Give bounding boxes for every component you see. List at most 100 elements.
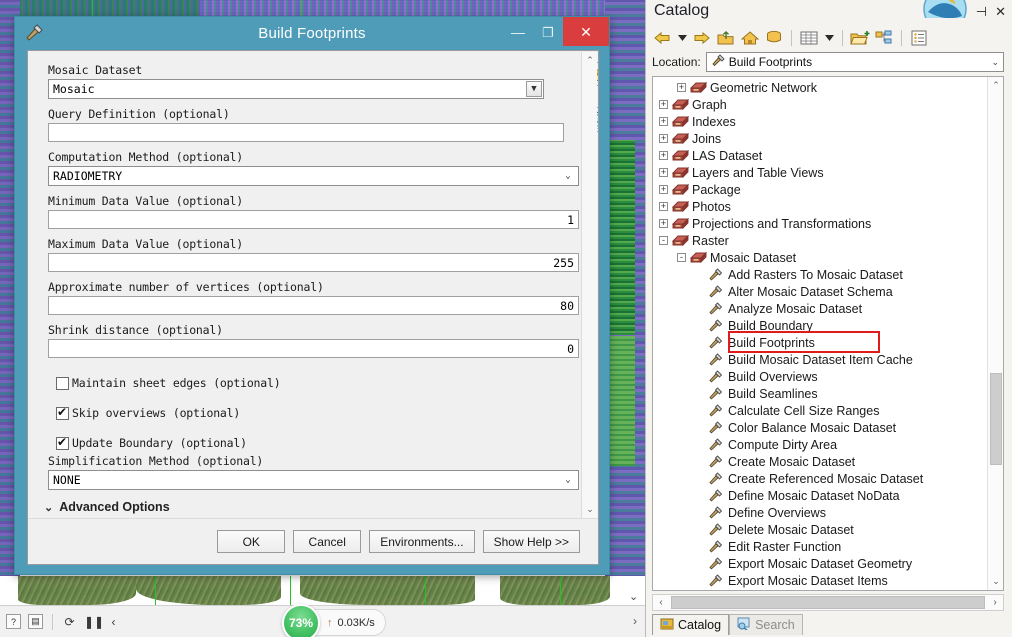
- mosaic-dataset-combo[interactable]: Mosaic ▼: [48, 79, 544, 99]
- tree-item[interactable]: Build Overviews: [653, 368, 986, 385]
- shrink-distance-input[interactable]: [48, 339, 579, 358]
- scroll-up-icon[interactable]: ⌃: [582, 52, 598, 69]
- tree-item[interactable]: + Geometric Network: [653, 79, 986, 96]
- tree-item[interactable]: Add Rasters To Mosaic Dataset: [653, 266, 986, 283]
- expand-icon[interactable]: +: [677, 83, 686, 92]
- up-one-level-icon[interactable]: [716, 28, 736, 48]
- home-icon[interactable]: [740, 28, 760, 48]
- checkbox-box[interactable]: [56, 435, 69, 450]
- scroll-right-icon[interactable]: ›: [987, 597, 1003, 608]
- auto-hide-pin-icon[interactable]: ⊣: [976, 4, 987, 20]
- prev-arrow-icon[interactable]: ‹: [106, 615, 121, 629]
- tree-item[interactable]: + Joins: [653, 130, 986, 147]
- checkbox-update-boundary[interactable]: Update Boundary (optional): [56, 435, 578, 450]
- query-definition-input[interactable]: [48, 123, 564, 142]
- expand-icon[interactable]: +: [659, 219, 668, 228]
- tree-item[interactable]: Define Overviews: [653, 504, 986, 521]
- tree-item[interactable]: Export Mosaic Dataset Paths: [653, 589, 986, 590]
- chevron-down-icon[interactable]: ⌄: [560, 472, 576, 488]
- checkbox-box[interactable]: [56, 376, 69, 390]
- tree-item[interactable]: - Raster: [653, 232, 986, 249]
- chevron-down-icon[interactable]: ⌄: [560, 168, 576, 184]
- tree-item[interactable]: Calculate Cell Size Ranges: [653, 402, 986, 419]
- next-arrow-icon[interactable]: ›: [633, 614, 637, 628]
- section-advanced-options[interactable]: ⌄ Advanced Options: [44, 500, 578, 514]
- tree-horizontal-scrollbar[interactable]: ‹ ›: [652, 594, 1004, 611]
- environments-button[interactable]: Environments...: [369, 530, 475, 553]
- list-view-icon[interactable]: [799, 28, 819, 48]
- network-speed-widget[interactable]: 73% ↑ 0.03K/s: [282, 603, 386, 637]
- minimum-data-value-input[interactable]: [48, 210, 579, 229]
- chevron-down-icon[interactable]: ⌄: [991, 57, 999, 68]
- simplification-method-combo[interactable]: NONE ⌄: [48, 470, 579, 490]
- location-combo[interactable]: Build Footprints ⌄: [705, 52, 1004, 72]
- pause-icon[interactable]: ❚❚: [84, 615, 104, 629]
- page-icon[interactable]: ▤: [28, 614, 43, 629]
- tab-search[interactable]: Search: [729, 613, 803, 635]
- scroll-down-icon[interactable]: ⌄: [582, 501, 598, 518]
- collapse-icon[interactable]: -: [659, 236, 668, 245]
- tree-item[interactable]: Alter Mosaic Dataset Schema: [653, 283, 986, 300]
- tree-item[interactable]: + Photos: [653, 198, 986, 215]
- scroll-left-icon[interactable]: ‹: [653, 597, 669, 608]
- maximize-button[interactable]: ❐: [533, 17, 563, 47]
- toggle-tree-icon[interactable]: [874, 28, 894, 48]
- computation-method-combo[interactable]: RADIOMETRY ⌄: [48, 166, 579, 186]
- expand-icon[interactable]: +: [659, 202, 668, 211]
- dialog-titlebar[interactable]: Build Footprints — ❐ ✕: [15, 17, 609, 50]
- tab-catalog[interactable]: Catalog: [652, 613, 730, 635]
- tree-item[interactable]: Export Mosaic Dataset Geometry: [653, 555, 986, 572]
- expand-icon[interactable]: +: [659, 151, 668, 160]
- tree-item[interactable]: + Indexes: [653, 113, 986, 130]
- ok-button[interactable]: OK: [217, 530, 286, 553]
- tree-item[interactable]: Export Mosaic Dataset Items: [653, 572, 986, 589]
- tree-item[interactable]: Compute Dirty Area: [653, 436, 986, 453]
- cancel-button[interactable]: Cancel: [293, 530, 362, 553]
- collapse-icon[interactable]: -: [677, 253, 686, 262]
- chevron-down-icon[interactable]: ▼: [526, 81, 542, 97]
- refresh-icon[interactable]: ⟳: [62, 615, 77, 629]
- scroll-up-icon[interactable]: ⌃: [988, 77, 1003, 94]
- forward-arrow-icon[interactable]: [692, 28, 712, 48]
- tree-item[interactable]: Create Mosaic Dataset: [653, 453, 986, 470]
- map-scroll-chevron-icon[interactable]: ⌄: [629, 590, 638, 603]
- tree-item[interactable]: Edit Raster Function: [653, 538, 986, 555]
- checkbox-maintain-sheet-edges[interactable]: Maintain sheet edges (optional): [56, 376, 578, 390]
- expand-icon[interactable]: +: [659, 168, 668, 177]
- tree-item[interactable]: + Projections and Transformations: [653, 215, 986, 232]
- approximate-vertices-input[interactable]: [48, 296, 579, 315]
- tree-item[interactable]: Delete Mosaic Dataset: [653, 521, 986, 538]
- list-view-dropdown-icon[interactable]: [823, 28, 835, 48]
- new-item-icon[interactable]: [850, 28, 870, 48]
- scrollbar-thumb[interactable]: [671, 596, 985, 609]
- tree-item[interactable]: Build Seamlines: [653, 385, 986, 402]
- tree-item[interactable]: Create Referenced Mosaic Dataset: [653, 470, 986, 487]
- tree-item[interactable]: Define Mosaic Dataset NoData: [653, 487, 986, 504]
- tree-item[interactable]: Build Footprints: [653, 334, 986, 351]
- tree-item[interactable]: + Package: [653, 181, 986, 198]
- tree-item[interactable]: Color Balance Mosaic Dataset: [653, 419, 986, 436]
- tree-vertical-scrollbar[interactable]: ⌃ ⌄: [987, 77, 1003, 590]
- tree-item[interactable]: + Layers and Table Views: [653, 164, 986, 181]
- tree-item[interactable]: Analyze Mosaic Dataset: [653, 300, 986, 317]
- tree-item[interactable]: + Graph: [653, 96, 986, 113]
- tree-item[interactable]: Build Mosaic Dataset Item Cache: [653, 351, 986, 368]
- expand-icon[interactable]: +: [659, 100, 668, 109]
- scrollbar-thumb[interactable]: [990, 373, 1002, 465]
- connect-to-folder-icon[interactable]: [764, 28, 784, 48]
- expand-icon[interactable]: +: [659, 117, 668, 126]
- back-arrow-icon[interactable]: [652, 28, 672, 48]
- show-help-button[interactable]: Show Help >>: [482, 530, 580, 553]
- close-button[interactable]: ✕: [563, 17, 609, 46]
- expand-icon[interactable]: +: [659, 134, 668, 143]
- back-dropdown-icon[interactable]: [676, 28, 688, 48]
- tree-item[interactable]: Build Boundary: [653, 317, 986, 334]
- dialog-vertical-scrollbar[interactable]: ⌃ ⌄: [581, 52, 597, 518]
- tree-item[interactable]: - Mosaic Dataset: [653, 249, 986, 266]
- scroll-down-icon[interactable]: ⌄: [988, 573, 1003, 590]
- help-icon[interactable]: ?: [6, 614, 21, 629]
- close-catalog-icon[interactable]: ✕: [995, 4, 1006, 20]
- checkbox-box[interactable]: [56, 405, 69, 420]
- expand-icon[interactable]: +: [659, 185, 668, 194]
- minimize-button[interactable]: —: [503, 17, 533, 47]
